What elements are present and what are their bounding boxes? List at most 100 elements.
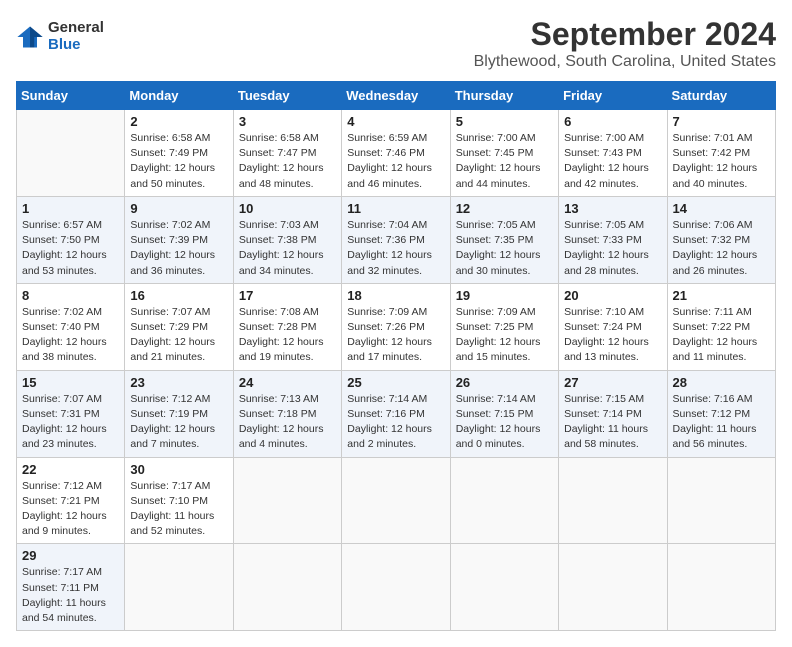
calendar-cell: 11Sunrise: 7:04 AMSunset: 7:36 PMDayligh… [342, 196, 450, 283]
day-details: Sunrise: 7:02 AMSunset: 7:40 PMDaylight:… [22, 305, 119, 366]
day-details: Sunrise: 7:17 AMSunset: 7:11 PMDaylight:… [22, 565, 119, 626]
day-details: Sunrise: 6:58 AMSunset: 7:49 PMDaylight:… [130, 131, 227, 192]
day-number: 17 [239, 288, 336, 303]
day-details: Sunrise: 6:57 AMSunset: 7:50 PMDaylight:… [22, 218, 119, 279]
calendar-row: 1 Sunrise: 6:57 AMSunset: 7:50 PMDaylight… [17, 196, 776, 283]
calendar-cell: 27Sunrise: 7:15 AMSunset: 7:14 PMDayligh… [559, 370, 667, 457]
calendar-cell: 19 Sunrise: 7:09 AMSunset: 7:25 PMDayligh… [450, 283, 558, 370]
day-details: Sunrise: 7:12 AMSunset: 7:21 PMDaylight:… [22, 479, 119, 540]
day-number: 27 [564, 375, 661, 390]
calendar-row: 15Sunrise: 7:07 AMSunset: 7:31 PMDayligh… [17, 370, 776, 457]
location-title: Blythewood, South Carolina, United State… [474, 53, 776, 71]
calendar-cell: 6 Sunrise: 7:00 AMSunset: 7:43 PMDaylight… [559, 110, 667, 197]
calendar-row: 8Sunrise: 7:02 AMSunset: 7:40 PMDaylight… [17, 283, 776, 370]
calendar-cell [233, 544, 341, 631]
day-number: 30 [130, 462, 227, 477]
calendar-cell: 17 Sunrise: 7:08 AMSunset: 7:28 PMDayligh… [233, 283, 341, 370]
day-details: Sunrise: 7:07 AMSunset: 7:29 PMDaylight:… [130, 305, 227, 366]
col-wednesday: Wednesday [342, 82, 450, 110]
calendar-cell: 29 Sunrise: 7:17 AMSunset: 7:11 PMDayligh… [17, 544, 125, 631]
day-details: Sunrise: 7:07 AMSunset: 7:31 PMDaylight:… [22, 392, 119, 453]
calendar-cell: 13 Sunrise: 7:05 AMSunset: 7:33 PMDayligh… [559, 196, 667, 283]
day-number: 25 [347, 375, 444, 390]
day-details: Sunrise: 7:03 AMSunset: 7:38 PMDaylight:… [239, 218, 336, 279]
calendar-row: 29 Sunrise: 7:17 AMSunset: 7:11 PMDayligh… [17, 544, 776, 631]
day-number: 12 [456, 201, 553, 216]
calendar-cell [450, 457, 558, 544]
day-details: Sunrise: 7:17 AMSunset: 7:10 PMDaylight:… [130, 479, 227, 540]
day-details: Sunrise: 7:05 AMSunset: 7:35 PMDaylight:… [456, 218, 553, 279]
day-number: 29 [22, 548, 119, 563]
logo-blue: Blue [48, 37, 104, 54]
calendar-cell: 22 Sunrise: 7:12 AMSunset: 7:21 PMDayligh… [17, 457, 125, 544]
day-number: 13 [564, 201, 661, 216]
title-area: September 2024 Blythewood, South Carolin… [474, 16, 776, 71]
day-details: Sunrise: 7:00 AMSunset: 7:45 PMDaylight:… [456, 131, 553, 192]
calendar-cell: 5 Sunrise: 7:00 AMSunset: 7:45 PMDaylight… [450, 110, 558, 197]
day-number: 7 [673, 114, 770, 129]
calendar-cell: 16 Sunrise: 7:07 AMSunset: 7:29 PMDayligh… [125, 283, 233, 370]
calendar-row: 22 Sunrise: 7:12 AMSunset: 7:21 PMDayligh… [17, 457, 776, 544]
day-details: Sunrise: 7:08 AMSunset: 7:28 PMDaylight:… [239, 305, 336, 366]
day-number: 26 [456, 375, 553, 390]
calendar-cell [559, 544, 667, 631]
day-number: 28 [673, 375, 770, 390]
day-number: 20 [564, 288, 661, 303]
calendar-cell: 14Sunrise: 7:06 AMSunset: 7:32 PMDayligh… [667, 196, 775, 283]
day-number: 14 [673, 201, 770, 216]
calendar-cell: 26 Sunrise: 7:14 AMSunset: 7:15 PMDayligh… [450, 370, 558, 457]
calendar-cell: 20 Sunrise: 7:10 AMSunset: 7:24 PMDayligh… [559, 283, 667, 370]
calendar-cell: 30 Sunrise: 7:17 AMSunset: 7:10 PMDayligh… [125, 457, 233, 544]
day-details: Sunrise: 6:59 AMSunset: 7:46 PMDaylight:… [347, 131, 444, 192]
calendar-cell [667, 544, 775, 631]
calendar-cell: 10Sunrise: 7:03 AMSunset: 7:38 PMDayligh… [233, 196, 341, 283]
day-details: Sunrise: 7:05 AMSunset: 7:33 PMDaylight:… [564, 218, 661, 279]
calendar-cell: 21 Sunrise: 7:11 AMSunset: 7:22 PMDayligh… [667, 283, 775, 370]
calendar-cell: 7 Sunrise: 7:01 AMSunset: 7:42 PMDaylight… [667, 110, 775, 197]
calendar-cell [17, 110, 125, 197]
calendar-table: Sunday Monday Tuesday Wednesday Thursday… [16, 81, 776, 631]
day-number: 21 [673, 288, 770, 303]
day-number: 2 [130, 114, 227, 129]
day-details: Sunrise: 7:14 AMSunset: 7:15 PMDaylight:… [456, 392, 553, 453]
calendar-cell [342, 544, 450, 631]
day-number: 19 [456, 288, 553, 303]
day-number: 22 [22, 462, 119, 477]
day-details: Sunrise: 7:02 AMSunset: 7:39 PMDaylight:… [130, 218, 227, 279]
day-details: Sunrise: 6:58 AMSunset: 7:47 PMDaylight:… [239, 131, 336, 192]
day-number: 23 [130, 375, 227, 390]
day-number: 5 [456, 114, 553, 129]
day-number: 11 [347, 201, 444, 216]
logo-icon [16, 23, 44, 51]
month-title: September 2024 [474, 16, 776, 53]
day-details: Sunrise: 7:00 AMSunset: 7:43 PMDaylight:… [564, 131, 661, 192]
calendar-cell: 25 Sunrise: 7:14 AMSunset: 7:16 PMDayligh… [342, 370, 450, 457]
day-number: 9 [130, 201, 227, 216]
day-details: Sunrise: 7:10 AMSunset: 7:24 PMDaylight:… [564, 305, 661, 366]
day-details: Sunrise: 7:14 AMSunset: 7:16 PMDaylight:… [347, 392, 444, 453]
calendar-cell: 12 Sunrise: 7:05 AMSunset: 7:35 PMDayligh… [450, 196, 558, 283]
day-number: 18 [347, 288, 444, 303]
calendar-cell: 2 Sunrise: 6:58 AMSunset: 7:49 PMDaylight… [125, 110, 233, 197]
day-details: Sunrise: 7:13 AMSunset: 7:18 PMDaylight:… [239, 392, 336, 453]
calendar-cell: 24 Sunrise: 7:13 AMSunset: 7:18 PMDayligh… [233, 370, 341, 457]
day-details: Sunrise: 7:01 AMSunset: 7:42 PMDaylight:… [673, 131, 770, 192]
calendar-cell [233, 457, 341, 544]
day-details: Sunrise: 7:09 AMSunset: 7:26 PMDaylight:… [347, 305, 444, 366]
col-monday: Monday [125, 82, 233, 110]
calendar-cell [342, 457, 450, 544]
calendar-cell: 1 Sunrise: 6:57 AMSunset: 7:50 PMDaylight… [17, 196, 125, 283]
day-number: 16 [130, 288, 227, 303]
page-header: General Blue September 2024 Blythewood, … [16, 16, 776, 71]
logo: General Blue [16, 20, 104, 53]
col-saturday: Saturday [667, 82, 775, 110]
day-number: 6 [564, 114, 661, 129]
day-details: Sunrise: 7:09 AMSunset: 7:25 PMDaylight:… [456, 305, 553, 366]
day-number: 24 [239, 375, 336, 390]
calendar-cell: 4 Sunrise: 6:59 AMSunset: 7:46 PMDaylight… [342, 110, 450, 197]
day-details: Sunrise: 7:11 AMSunset: 7:22 PMDaylight:… [673, 305, 770, 366]
day-number: 4 [347, 114, 444, 129]
col-sunday: Sunday [17, 82, 125, 110]
day-details: Sunrise: 7:12 AMSunset: 7:19 PMDaylight:… [130, 392, 227, 453]
day-number: 1 [22, 201, 119, 216]
